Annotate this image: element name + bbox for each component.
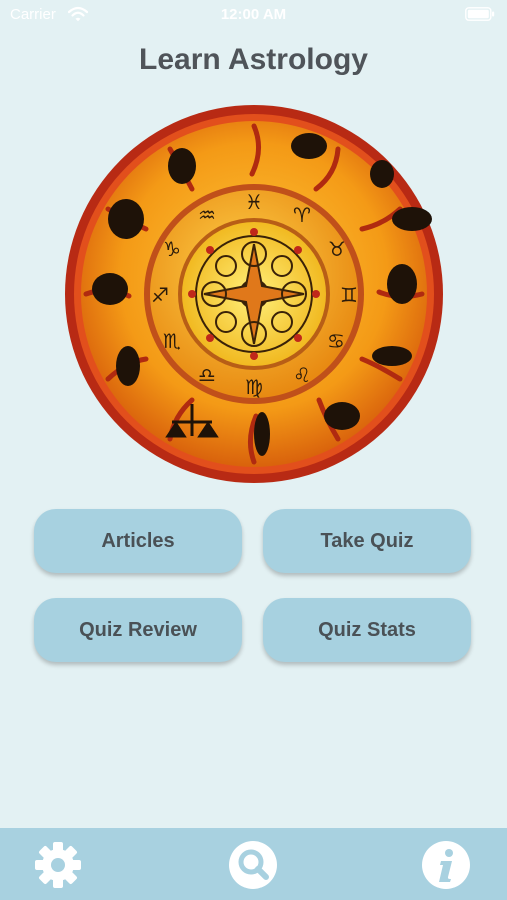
take-quiz-button[interactable]: Take Quiz [263, 509, 471, 573]
zodiac-wheel-image: ♓ ♈ ♉ ♊ ♋ ♌ ♍ ♎ ♏ ♐ ♑ ♒ [65, 105, 443, 483]
svg-text:♋: ♋ [327, 329, 345, 353]
svg-text:♊: ♊ [340, 283, 358, 307]
svg-text:♉: ♉ [328, 237, 346, 261]
status-bar: Carrier 12:00 AM [0, 0, 507, 30]
status-time: 12:00 AM [220, 6, 287, 23]
svg-text:♍: ♍ [245, 375, 263, 399]
svg-text:♓: ♓ [245, 190, 263, 214]
quiz-review-button[interactable]: Quiz Review [34, 598, 242, 662]
battery-icon [465, 7, 495, 21]
svg-text:♈: ♈ [293, 203, 311, 227]
articles-button[interactable]: Articles [34, 509, 242, 573]
page-title: Learn Astrology [139, 43, 368, 76]
search-icon[interactable] [228, 840, 278, 890]
quiz-stats-button[interactable]: Quiz Stats [263, 598, 471, 662]
svg-text:♐: ♐ [151, 283, 169, 307]
svg-text:♎: ♎ [198, 363, 216, 387]
svg-text:♏: ♏ [163, 329, 181, 353]
svg-text:♌: ♌ [293, 363, 311, 387]
info-icon[interactable] [421, 840, 471, 890]
svg-text:♑: ♑ [163, 237, 181, 261]
svg-text:♒: ♒ [198, 203, 216, 227]
gear-icon[interactable] [33, 840, 83, 890]
bottom-tab-bar [0, 828, 507, 900]
